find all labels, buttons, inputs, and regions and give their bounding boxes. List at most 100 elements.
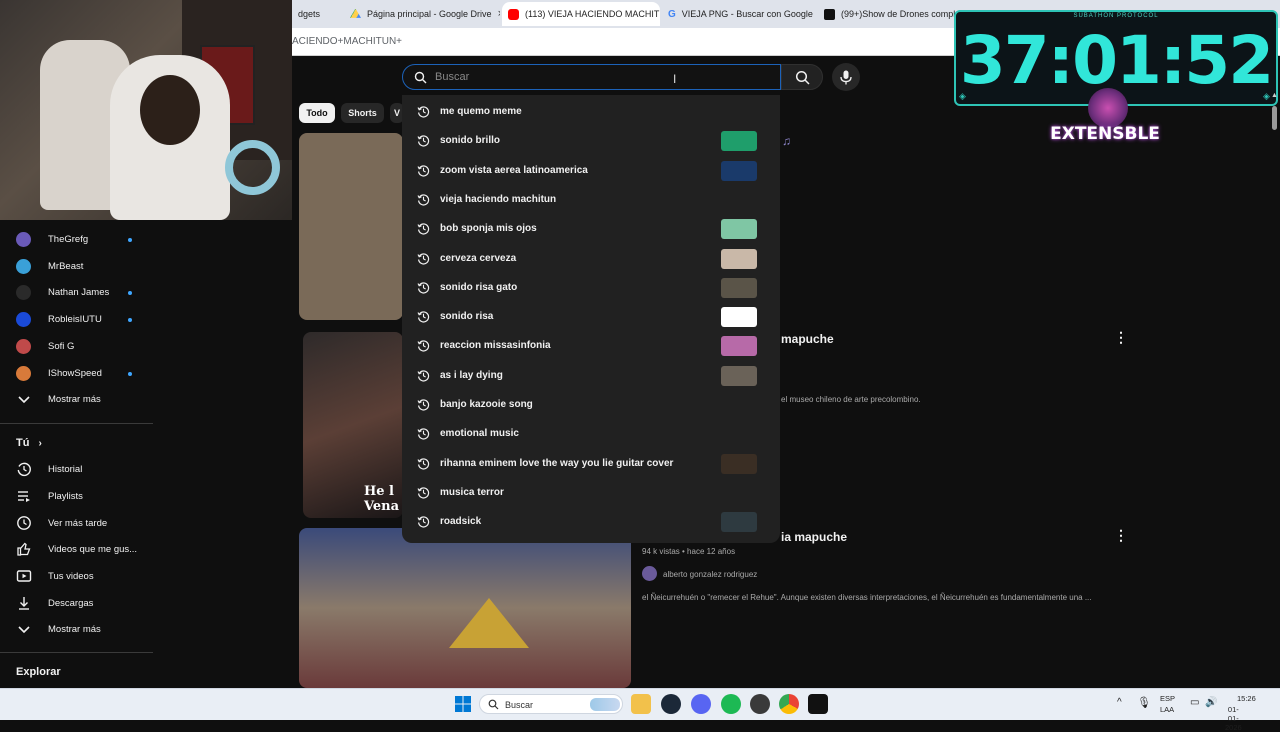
chevron-right-icon: › [38,438,42,449]
suggestion-thumbnail [721,365,757,386]
tray-overflow-icon[interactable]: ^ [1117,697,1122,708]
suggestion-item[interactable]: bob sponja mis ojos [402,214,780,243]
clock-time[interactable]: 15:26 [1237,694,1256,703]
suggestion-item[interactable]: emotional music [402,419,780,448]
history-icon [417,487,430,499]
suggestion-item[interactable]: sonido brillo [402,126,780,155]
show-more-subscriptions[interactable]: Mostrar más [0,386,153,412]
channel-avatar [16,258,31,274]
scrollbar-thumb[interactable] [1272,106,1277,130]
suggestion-thumbnail [721,307,757,328]
search-icon [488,699,499,710]
video-thumbnail[interactable] [299,528,631,688]
subscription-item[interactable]: Nathan James [0,279,153,305]
steam-icon[interactable] [661,694,681,714]
scroll-up-icon[interactable]: ▲ [1271,92,1278,99]
sidebar-item-label: Descargas [48,598,94,609]
taskbar-search[interactable]: Buscar [479,694,623,714]
display-icon[interactable]: ▭ [1190,697,1199,708]
close-icon[interactable]: × [498,8,500,20]
history-icon [17,462,31,477]
windows-start-icon[interactable] [455,696,471,712]
suggestion-label: rihanna eminem love the way you lie guit… [440,457,674,469]
history-icon [417,282,430,294]
suggestion-item[interactable]: rihanna eminem love the way you lie guit… [402,449,780,478]
suggestion-label: cerveza cerveza [440,252,517,264]
suggestion-label: sonido risa [440,311,494,323]
suggestion-item[interactable]: roadsick [402,507,780,536]
language-indicator[interactable]: ESP [1160,694,1175,703]
divider [0,423,153,424]
sidebar-item-playlists[interactable]: Playlists [0,483,153,509]
show-more-library[interactable]: Mostrar más [0,616,153,642]
sidebar-item-history[interactable]: Historial [0,456,153,482]
tab-label: dgets [298,9,321,19]
video-title[interactable]: ia mapuche [781,530,847,544]
browser-tab-google-search[interactable]: G VIEJA PNG - Buscar con Google × [662,2,816,26]
your-videos-icon [16,570,32,582]
chip-todo[interactable]: Todo [299,103,335,123]
language-sub: LAA [1160,705,1175,714]
subscription-item[interactable]: MrBeast [0,253,153,279]
browser-tab-widgets[interactable]: dgets [292,2,342,26]
suggestion-label: musica terror [440,486,504,498]
subscription-item[interactable]: RobleisIUTU [0,306,153,332]
video-thumbnail[interactable]: He l Vena [303,332,403,518]
channel-avatar [16,285,31,301]
history-icon [417,106,430,118]
suggestion-thumbnail [721,219,757,240]
suggestion-label: zoom vista aerea latinoamerica [440,164,588,176]
subscription-label: Nathan James [48,287,110,299]
video-title[interactable]: mapuche [781,332,834,346]
voice-search-button[interactable] [832,63,860,91]
chrome-icon[interactable] [779,694,799,714]
channel-avatar[interactable] [642,566,657,581]
browser-tab-google-drive[interactable]: Página principal - Google Drive × [344,2,500,26]
search-box[interactable] [402,64,781,90]
suggestion-item[interactable]: musica terror [402,478,780,507]
browser-tab-youtube[interactable]: (113) VIEJA HACIENDO MACHITU × [502,2,660,26]
sidebar: TheGrefg MrBeast Nathan James RobleisIUTU So… [0,220,153,688]
tab-label: VIEJA PNG - Buscar con Google [681,9,813,19]
suggestion-item[interactable]: cerveza cerveza [402,244,780,273]
volume-icon[interactable]: 🔊 [1205,697,1217,708]
suggestion-item[interactable]: sonido risa [402,302,780,331]
subscription-item[interactable]: Sofi G [0,333,153,359]
channel-name[interactable]: alberto gonzalez rodriguez [663,570,757,579]
history-icon [417,516,430,528]
sidebar-item-like[interactable]: Videos que me gus... [0,536,153,562]
sidebar-item-label: Playlists [48,490,83,502]
obs-icon[interactable] [750,694,770,714]
suggestion-item[interactable]: me quemo meme [402,97,780,126]
suggestion-item[interactable]: banjo kazooie song [402,390,780,419]
microphone-icon[interactable]: 🎙 [1137,696,1151,709]
suggestion-item[interactable]: zoom vista aerea latinoamerica [402,156,780,185]
suggestion-label: reaccion missasinfonia [440,340,551,352]
subscription-item[interactable]: IShowSpeed [0,360,153,386]
sidebar-item-your-videos[interactable]: Tus videos [0,563,153,589]
spotify-icon[interactable] [721,694,741,714]
more-options-icon[interactable]: ⋮ [1114,527,1128,544]
search-button[interactable] [781,64,823,90]
google-drive-icon [350,8,361,18]
you-section-title[interactable]: Tú › [16,437,42,449]
suggestion-item[interactable]: reaccion missasinfonia [402,331,780,360]
sidebar-item-watch-later[interactable]: Ver más tarde [0,510,153,536]
suggestion-item[interactable]: vieja haciendo machitun [402,185,780,214]
more-options-icon[interactable]: ⋮ [1114,329,1128,346]
file-explorer-icon[interactable] [631,694,651,714]
capcut-icon[interactable] [808,694,828,714]
video-thumbnail[interactable] [299,133,403,320]
suggestion-item[interactable]: as i lay dying [402,361,780,390]
video-description: el museo chileno de arte precolombino. [781,395,921,404]
search-input[interactable] [433,68,763,86]
browser-tab-tiktok[interactable]: (99+)Show de Drones complet [818,2,958,26]
history-icon [417,370,430,382]
suggestion-item[interactable]: sonido risa gato [402,273,780,302]
music-note-icon: ♫ [782,134,791,148]
sidebar-item-download[interactable]: Descargas [0,590,153,616]
history-icon [417,164,430,177]
chip-shorts[interactable]: Shorts [341,103,384,123]
discord-icon[interactable] [691,694,711,714]
subscription-item[interactable]: TheGrefg [0,226,153,252]
